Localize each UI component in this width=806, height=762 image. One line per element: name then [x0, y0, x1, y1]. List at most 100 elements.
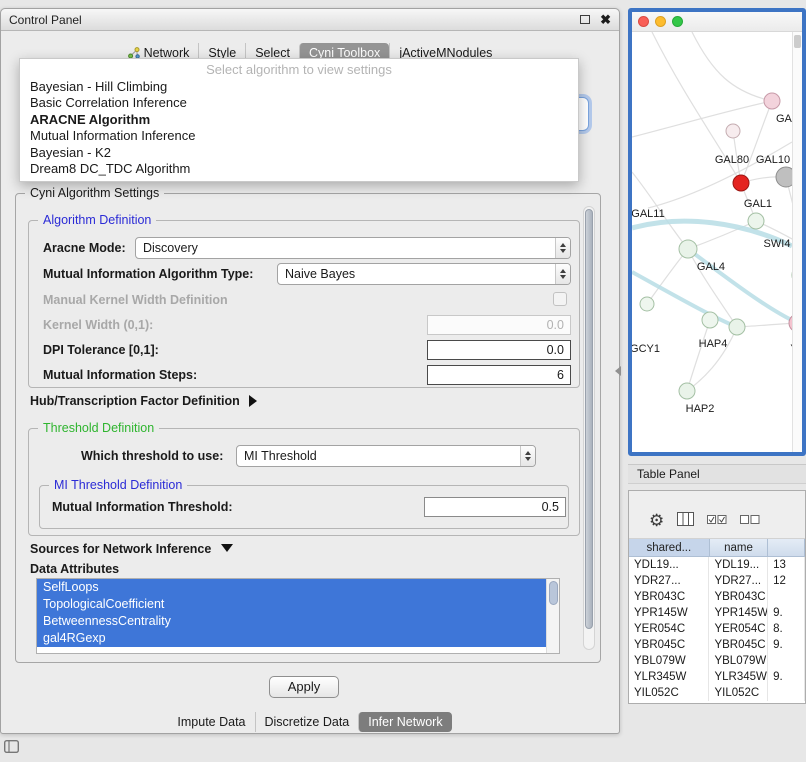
network-node[interactable]: [764, 93, 780, 109]
table-row[interactable]: YBR043CYBR043C: [629, 589, 805, 605]
popup-item-bayesian-k2[interactable]: Bayesian - K2: [20, 145, 578, 162]
list-scrollbar[interactable]: [546, 579, 559, 653]
chevron-updown-icon: [555, 238, 570, 258]
network-scrollbar[interactable]: [792, 32, 802, 452]
network-edge[interactable]: [687, 327, 737, 391]
network-canvas[interactable]: GALGAL80GAL10GAL11GAL1SWI4GAL4GCY1HAP4HA…: [632, 32, 795, 452]
settings-group-title: Cyni Algorithm Settings: [25, 186, 164, 200]
column-header-2[interactable]: [768, 539, 805, 556]
table-cell: YDL19...: [709, 557, 768, 573]
kernel-width-input[interactable]: 0.0: [427, 315, 571, 335]
table-row[interactable]: YIL052CYIL052C: [629, 685, 805, 701]
table-cell: YDR27...: [709, 573, 768, 589]
network-node[interactable]: [733, 175, 749, 191]
table-row[interactable]: YDR27...YDR27...12: [629, 573, 805, 589]
float-window-icon[interactable]: [580, 15, 590, 24]
popup-item-bayesian-hill-climbing[interactable]: Bayesian - Hill Climbing: [20, 79, 578, 96]
manual-kernel-width-label: Manual Kernel Width Definition: [43, 293, 228, 307]
aracne-mode-value: Discovery: [143, 241, 198, 255]
algorithm-definition-title: Algorithm Definition: [38, 213, 156, 227]
attribute-item-gal4rgexp[interactable]: gal4RGexp: [37, 630, 548, 647]
mi-algorithm-type-select[interactable]: Naive Bayes: [277, 263, 571, 285]
chevron-updown-icon: [555, 264, 570, 284]
network-node[interactable]: [729, 319, 745, 335]
table-row[interactable]: YDL19...YDL19...13: [629, 557, 805, 573]
table-row[interactable]: YER054CYER054C8.: [629, 621, 805, 637]
network-node[interactable]: [726, 124, 740, 138]
clear-selection-icon[interactable]: [740, 514, 760, 528]
show-panel-icon[interactable]: [4, 740, 19, 756]
table-settings-gear-icon[interactable]: ⚙: [649, 512, 664, 529]
popup-placeholder: Select algorithm to view settings: [20, 62, 578, 79]
network-window-titlebar[interactable]: [632, 12, 802, 32]
control-panel-titlebar[interactable]: Control Panel ✖: [1, 9, 619, 31]
list-scrollbar-thumb[interactable]: [549, 581, 558, 605]
algorithm-definition-group: Algorithm Definition Aracne Mode: Discov…: [28, 220, 580, 388]
table-cell: YLR345W: [709, 669, 768, 685]
dpi-tolerance-input[interactable]: 0.0: [427, 340, 571, 360]
table-row[interactable]: YBR045CYBR045C9.: [629, 637, 805, 653]
tab-infer-network[interactable]: Infer Network: [358, 712, 451, 732]
tab-discretize-data[interactable]: Discretize Data: [255, 712, 359, 732]
close-traffic-light-icon[interactable]: [638, 16, 649, 27]
threshold-definition-title: Threshold Definition: [38, 421, 159, 435]
node-label-gal4: GAL4: [697, 261, 725, 273]
popup-item-dream8-dc-tdc-algorithm[interactable]: Dream8 DC_TDC Algorithm: [20, 161, 578, 178]
select-all-rows-icon[interactable]: [707, 514, 727, 528]
node-label-hap2: HAP2: [686, 403, 715, 415]
column-header-name[interactable]: name: [710, 539, 769, 556]
network-edge[interactable]: [647, 249, 688, 304]
manual-kernel-width-checkbox[interactable]: [553, 292, 567, 306]
table-row[interactable]: YPR145WYPR145W9.: [629, 605, 805, 621]
mi-steps-label: Mutual Information Steps:: [43, 368, 197, 382]
mi-threshold-value: 0.5: [542, 500, 559, 514]
popup-item-basic-correlation-inference[interactable]: Basic Correlation Inference: [20, 95, 578, 112]
popup-item-mutual-information-inference[interactable]: Mutual Information Inference: [20, 128, 578, 145]
attribute-item-topologicalcoefficient[interactable]: TopologicalCoefficient: [37, 596, 548, 613]
network-scrollbar-thumb[interactable]: [794, 35, 801, 48]
table-cell: YIL052C: [709, 685, 768, 701]
mi-threshold-group-title: MI Threshold Definition: [49, 478, 187, 492]
tab-impute-data[interactable]: Impute Data: [168, 712, 254, 732]
network-node[interactable]: [748, 213, 764, 229]
expand-arrow-icon[interactable]: [249, 395, 257, 407]
mi-threshold-input[interactable]: 0.5: [424, 497, 566, 517]
minimize-traffic-light-icon[interactable]: [655, 16, 666, 27]
zoom-traffic-light-icon[interactable]: [672, 16, 683, 27]
mi-algorithm-type-value: Naive Bayes: [285, 267, 355, 281]
network-node[interactable]: [640, 297, 654, 311]
desktop: Control Panel ✖ NetworkStyleSelectCyni T…: [0, 0, 806, 762]
network-edge[interactable]: [737, 323, 795, 327]
column-visibility-icon[interactable]: [677, 512, 694, 529]
settings-scrollbar-thumb[interactable]: [585, 209, 593, 629]
table-row[interactable]: YLR345WYLR345W9.: [629, 669, 805, 685]
cyni-algorithm-settings-group: Cyni Algorithm Settings Algorithm Defini…: [15, 193, 601, 663]
network-node[interactable]: [679, 383, 695, 399]
close-icon[interactable]: ✖: [600, 13, 611, 26]
cyni-mode-tab-bar: Impute DataDiscretize DataInfer Network: [1, 709, 619, 734]
network-node[interactable]: [702, 312, 718, 328]
table-panel-title: Table Panel: [628, 464, 806, 484]
table-cell: [768, 589, 805, 605]
network-edge[interactable]: [687, 320, 710, 391]
sources-section[interactable]: Sources for Network Inference: [30, 542, 233, 556]
network-edge[interactable]: [632, 101, 772, 137]
panel-collapse-arrow-icon[interactable]: [615, 366, 621, 376]
which-threshold-select[interactable]: MI Threshold: [236, 445, 536, 467]
collapse-arrow-icon[interactable]: [221, 544, 233, 552]
table-row[interactable]: YBL079WYBL079W: [629, 653, 805, 669]
attribute-item-betweennesscentrality[interactable]: BetweennessCentrality: [37, 613, 548, 630]
popup-item-aracne-algorithm[interactable]: ARACNE Algorithm: [20, 112, 578, 129]
network-node[interactable]: [679, 240, 697, 258]
settings-scrollbar[interactable]: [583, 206, 595, 650]
hub-definition-section[interactable]: Hub/Transcription Factor Definition: [30, 394, 257, 408]
mi-steps-input[interactable]: 6: [427, 365, 571, 385]
aracne-mode-select[interactable]: Discovery: [135, 237, 571, 259]
apply-button[interactable]: Apply: [269, 676, 339, 698]
column-header-shared[interactable]: shared...: [629, 539, 710, 556]
attribute-item-selfloops[interactable]: SelfLoops: [37, 579, 548, 596]
data-attributes-list[interactable]: SelfLoopsTopologicalCoefficientBetweenne…: [36, 578, 560, 654]
sources-section-label: Sources for Network Inference: [30, 542, 211, 556]
network-edge[interactable]: [692, 32, 772, 101]
network-edge[interactable]: [741, 101, 772, 183]
